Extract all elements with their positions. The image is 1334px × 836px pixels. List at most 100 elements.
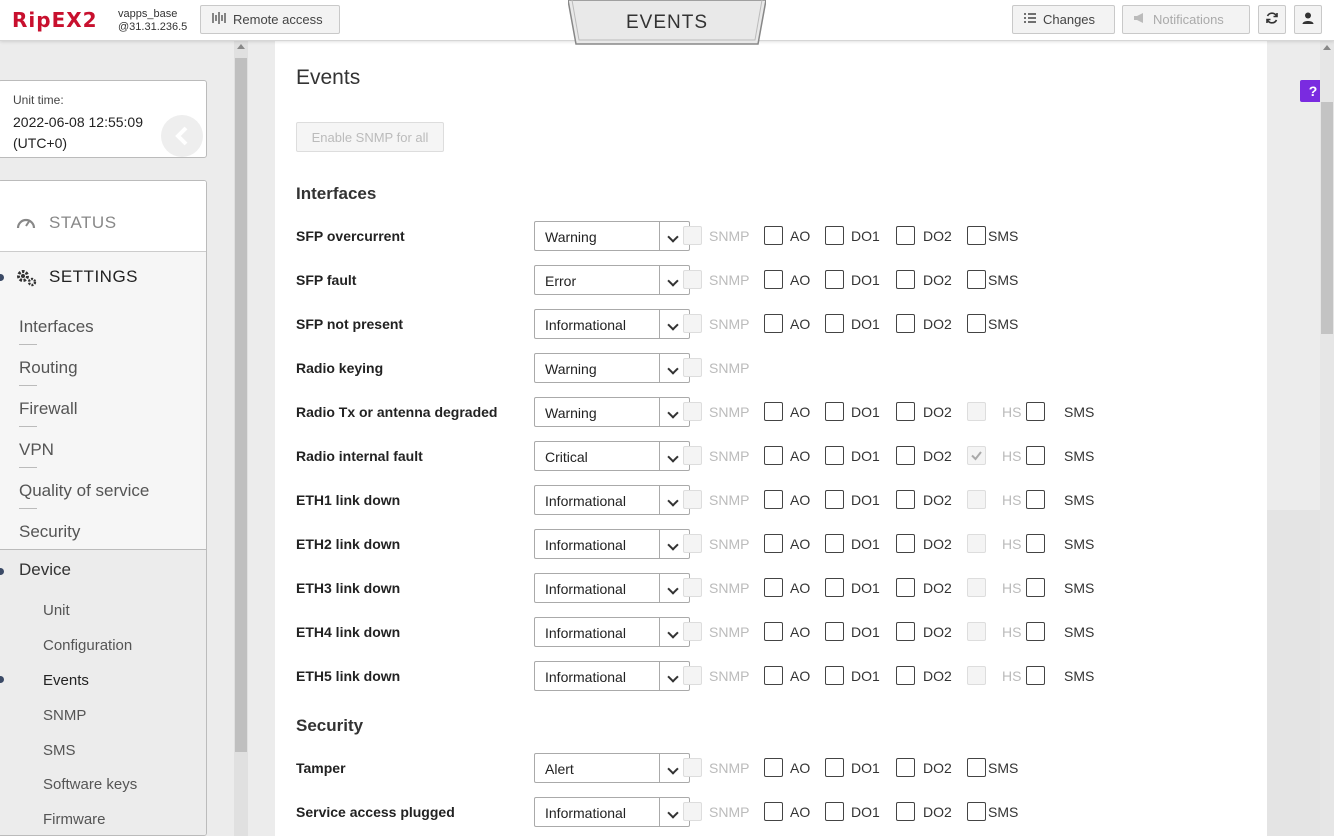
severity-select[interactable]: Warning bbox=[534, 397, 690, 427]
severity-select[interactable]: Informational bbox=[534, 661, 690, 691]
ao-checkbox[interactable] bbox=[764, 534, 783, 553]
do1-checkbox[interactable] bbox=[825, 666, 844, 685]
ao-checkbox[interactable] bbox=[764, 270, 783, 289]
severity-select[interactable]: Informational bbox=[534, 797, 690, 827]
nav-device[interactable]: Device bbox=[19, 560, 71, 580]
sms-checkbox[interactable] bbox=[1026, 534, 1045, 553]
do1-checkbox[interactable] bbox=[825, 758, 844, 777]
sms-checkbox[interactable] bbox=[1026, 490, 1045, 509]
severity-select[interactable]: Informational bbox=[534, 573, 690, 603]
main-scroll-thumb[interactable] bbox=[1321, 102, 1333, 334]
nav-unit[interactable]: Unit bbox=[43, 602, 70, 619]
do2-checkbox[interactable] bbox=[896, 490, 915, 509]
main-scrollbar[interactable] bbox=[1320, 40, 1334, 836]
do2-checkbox[interactable] bbox=[896, 402, 915, 421]
ao-checkbox[interactable] bbox=[764, 226, 783, 245]
ao-checkbox[interactable] bbox=[764, 758, 783, 777]
hs-label: HS bbox=[1002, 492, 1022, 508]
do1-checkbox[interactable] bbox=[825, 270, 844, 289]
do1-checkbox[interactable] bbox=[825, 802, 844, 821]
severity-select[interactable]: Alert bbox=[534, 753, 690, 783]
do2-checkbox[interactable] bbox=[896, 622, 915, 641]
nav-software-keys[interactable]: Software keys bbox=[43, 776, 137, 793]
severity-select[interactable]: Critical bbox=[534, 441, 690, 471]
sms-label: SMS bbox=[988, 316, 1019, 332]
hs-label: HS bbox=[1002, 624, 1022, 640]
sms-checkbox[interactable] bbox=[967, 226, 986, 245]
changes-button[interactable]: Changes bbox=[1012, 5, 1115, 34]
ao-checkbox[interactable] bbox=[764, 402, 783, 421]
do2-checkbox[interactable] bbox=[896, 802, 915, 821]
severity-select[interactable]: Informational bbox=[534, 617, 690, 647]
sidebar-scroll-thumb[interactable] bbox=[235, 58, 247, 752]
do1-checkbox[interactable] bbox=[825, 534, 844, 553]
severity-select[interactable]: Informational bbox=[534, 485, 690, 515]
refresh-button[interactable] bbox=[1258, 5, 1286, 34]
event-name: SFP fault bbox=[296, 272, 357, 288]
nav-snmp[interactable]: SNMP bbox=[43, 707, 86, 724]
sms-checkbox[interactable] bbox=[967, 802, 986, 821]
divider bbox=[19, 467, 37, 468]
do1-checkbox[interactable] bbox=[825, 490, 844, 509]
do1-checkbox[interactable] bbox=[825, 446, 844, 465]
sms-checkbox[interactable] bbox=[1026, 666, 1045, 685]
nav-security[interactable]: Security bbox=[19, 522, 80, 542]
hs-checkbox bbox=[967, 666, 986, 685]
nav-configuration[interactable]: Configuration bbox=[43, 637, 132, 654]
notifications-button[interactable]: Notifications bbox=[1122, 5, 1250, 34]
ao-checkbox[interactable] bbox=[764, 578, 783, 597]
collapse-icon[interactable] bbox=[161, 115, 203, 157]
nav-status[interactable]: STATUS bbox=[0, 181, 206, 252]
do2-checkbox[interactable] bbox=[896, 758, 915, 777]
sms-checkbox[interactable] bbox=[967, 270, 986, 289]
do2-checkbox[interactable] bbox=[896, 446, 915, 465]
ao-checkbox[interactable] bbox=[764, 802, 783, 821]
nav-routing[interactable]: Routing bbox=[19, 358, 78, 378]
sms-checkbox[interactable] bbox=[1026, 622, 1045, 641]
do1-checkbox[interactable] bbox=[825, 622, 844, 641]
scroll-up-arrow-icon[interactable] bbox=[237, 44, 245, 49]
severity-select[interactable]: Warning bbox=[534, 353, 690, 383]
sms-checkbox[interactable] bbox=[1026, 402, 1045, 421]
severity-select[interactable]: Informational bbox=[534, 529, 690, 559]
ao-checkbox[interactable] bbox=[764, 446, 783, 465]
sms-checkbox[interactable] bbox=[967, 758, 986, 777]
user-button[interactable] bbox=[1294, 5, 1322, 34]
ao-checkbox[interactable] bbox=[764, 490, 783, 509]
ao-checkbox[interactable] bbox=[764, 622, 783, 641]
severity-select[interactable]: Warning bbox=[534, 221, 690, 251]
sms-checkbox[interactable] bbox=[1026, 446, 1045, 465]
nav-interfaces[interactable]: Interfaces bbox=[19, 317, 94, 337]
enable-snmp-all-button[interactable]: Enable SNMP for all bbox=[296, 122, 444, 152]
ao-checkbox[interactable] bbox=[764, 314, 783, 333]
do2-checkbox[interactable] bbox=[896, 578, 915, 597]
do1-checkbox[interactable] bbox=[825, 314, 844, 333]
do1-checkbox[interactable] bbox=[825, 402, 844, 421]
sms-checkbox[interactable] bbox=[967, 314, 986, 333]
remote-access-button[interactable]: Remote access bbox=[200, 5, 340, 34]
ao-checkbox[interactable] bbox=[764, 666, 783, 685]
nav-events[interactable]: Events bbox=[43, 672, 89, 689]
sms-checkbox[interactable] bbox=[1026, 578, 1045, 597]
do2-checkbox[interactable] bbox=[896, 534, 915, 553]
sms-label: SMS bbox=[988, 760, 1019, 776]
sms-label: SMS bbox=[1064, 624, 1095, 640]
nav-sms[interactable]: SMS bbox=[43, 742, 76, 759]
nav-settings[interactable]: SETTINGS bbox=[0, 251, 206, 307]
do2-checkbox[interactable] bbox=[896, 226, 915, 245]
do2-checkbox[interactable] bbox=[896, 666, 915, 685]
sidebar-scrollbar[interactable] bbox=[234, 40, 248, 836]
ripex-logo[interactable]: RipEX2 bbox=[12, 8, 98, 32]
do1-checkbox[interactable] bbox=[825, 578, 844, 597]
do2-checkbox[interactable] bbox=[896, 314, 915, 333]
scroll-up-arrow-icon[interactable] bbox=[1323, 45, 1331, 50]
nav-firewall[interactable]: Firewall bbox=[19, 399, 78, 419]
nav-firmware[interactable]: Firmware bbox=[43, 811, 106, 828]
nav-quality-of-service[interactable]: Quality of service bbox=[19, 481, 149, 501]
nav-vpn[interactable]: VPN bbox=[19, 440, 54, 460]
snmp-checkbox bbox=[683, 802, 702, 821]
severity-select[interactable]: Error bbox=[534, 265, 690, 295]
do2-checkbox[interactable] bbox=[896, 270, 915, 289]
severity-select[interactable]: Informational bbox=[534, 309, 690, 339]
do1-checkbox[interactable] bbox=[825, 226, 844, 245]
